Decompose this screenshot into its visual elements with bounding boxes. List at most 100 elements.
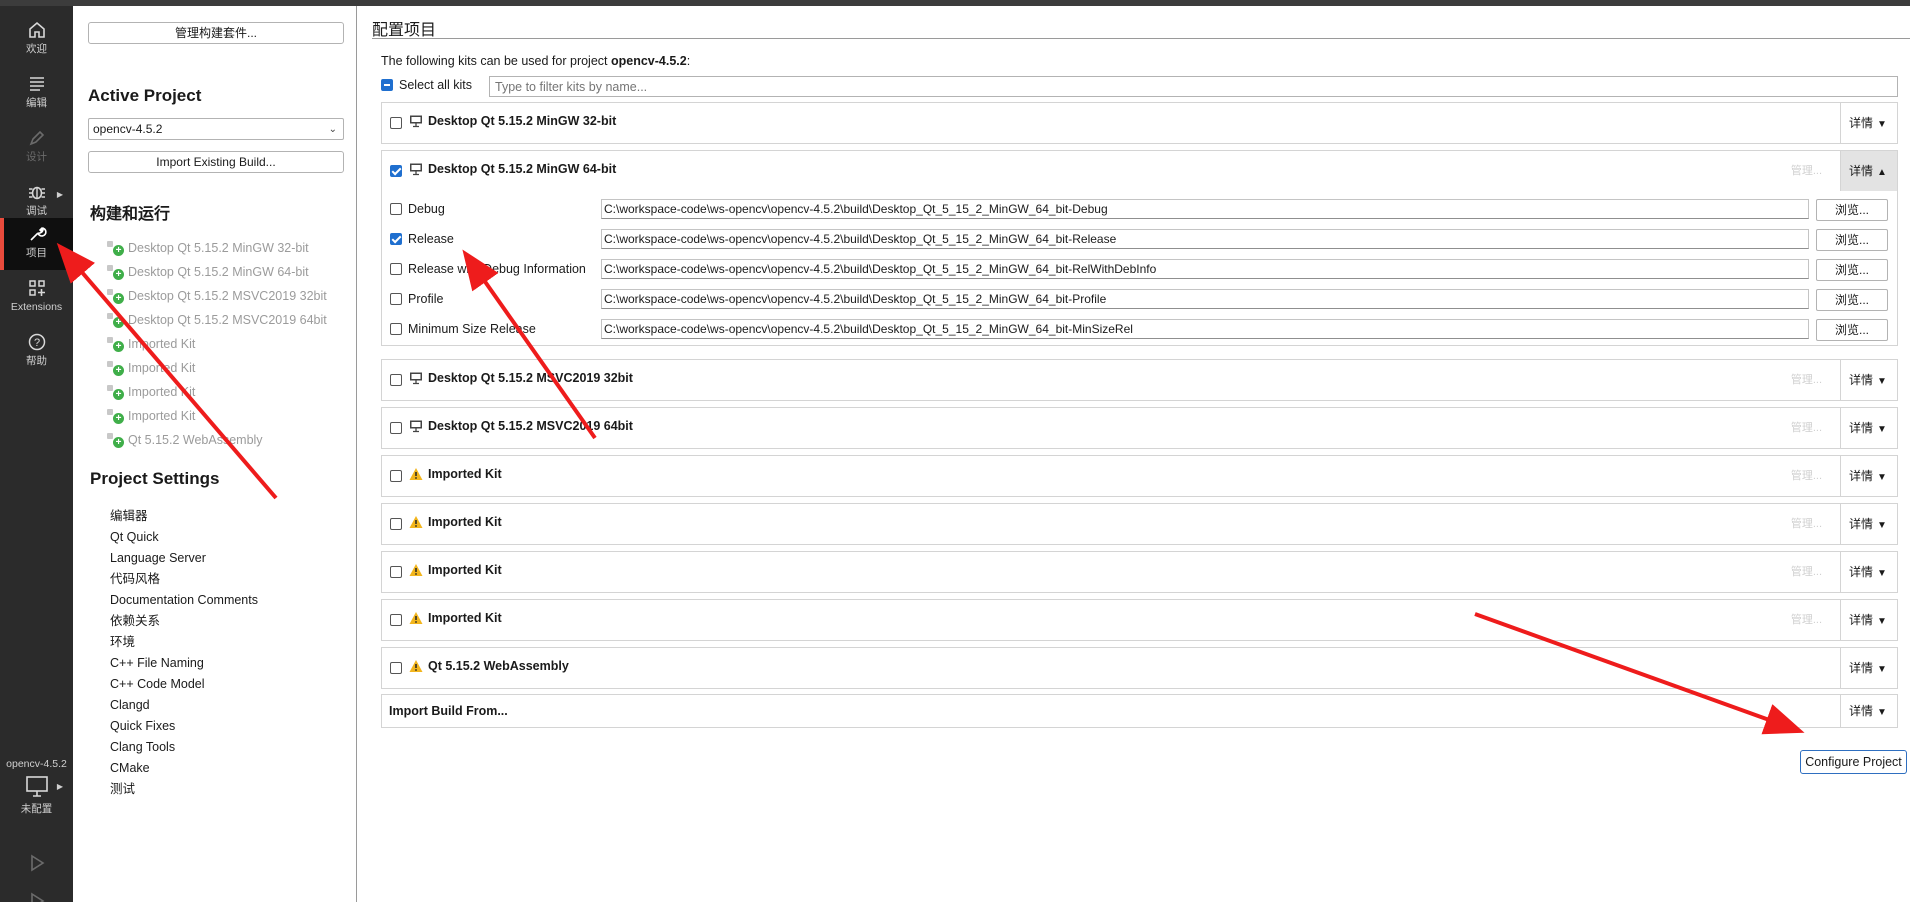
kit-manage-button[interactable]: 管理...: [1791, 515, 1822, 531]
chevron-down-icon: ⌄: [328, 124, 337, 135]
build-config-checkbox[interactable]: [390, 293, 402, 305]
projects-sidebar: 管理构建套件... Active Project opencv-4.5.2 ⌄ …: [73, 6, 357, 902]
import-build-label: Import Build From...: [389, 704, 508, 718]
setting-item[interactable]: 依赖关系: [110, 611, 160, 631]
debug-run-button[interactable]: [26, 890, 48, 902]
mode-welcome[interactable]: 欢迎: [0, 14, 73, 66]
build-config-checkbox[interactable]: [390, 233, 402, 245]
configure-project-button[interactable]: Configure Project: [1800, 750, 1907, 774]
mode-edit[interactable]: 编辑: [0, 68, 73, 120]
kit-manage-button[interactable]: 管理...: [1791, 419, 1822, 435]
monitor-icon: [409, 162, 423, 176]
select-all-checkbox[interactable]: [381, 79, 393, 91]
svg-text:?: ?: [33, 337, 39, 349]
kit-manage-button[interactable]: 管理...: [1791, 467, 1822, 483]
edit-lines-icon: [0, 68, 73, 96]
tree-kit-item[interactable]: + Imported Kit: [107, 382, 195, 402]
setting-item[interactable]: Quick Fixes: [110, 716, 175, 736]
kit-details-button[interactable]: 详情 ▼: [1840, 648, 1897, 688]
tree-kit-item[interactable]: + Desktop Qt 5.15.2 MinGW 32-bit: [107, 238, 309, 258]
kit-details-button[interactable]: 详情 ▼: [1840, 456, 1897, 496]
project-combo-value: opencv-4.5.2: [93, 122, 163, 136]
setting-item[interactable]: 代码风格: [110, 569, 160, 589]
build-config-checkbox[interactable]: [390, 203, 402, 215]
kit-filter-input[interactable]: [489, 76, 1898, 97]
tree-kit-item[interactable]: + Desktop Qt 5.15.2 MinGW 64-bit: [107, 262, 309, 282]
caret-down-icon: ▼: [1877, 707, 1887, 718]
setting-item[interactable]: Documentation Comments: [110, 590, 258, 610]
kit-manage-button[interactable]: 管理...: [1791, 611, 1822, 627]
build-config-label: Debug: [408, 202, 445, 216]
import-existing-build-button[interactable]: Import Existing Build...: [88, 151, 344, 173]
kit-checkbox[interactable]: [390, 117, 402, 129]
kit-row: Imported Kit 管理... 详情 ▼: [381, 599, 1898, 641]
warning-icon: [409, 515, 423, 529]
kit-checkbox[interactable]: [390, 470, 402, 482]
kit-checkbox[interactable]: [390, 518, 402, 530]
plus-icon: +: [113, 389, 124, 400]
kit-details-button[interactable]: 详情 ▲: [1840, 151, 1897, 191]
tree-kit-item[interactable]: + Imported Kit: [107, 406, 195, 426]
build-dir-field[interactable]: C:\workspace-code\ws-opencv\opencv-4.5.2…: [601, 289, 1809, 309]
caret-up-icon: ▲: [1877, 167, 1887, 178]
import-details-button[interactable]: 详情 ▼: [1840, 695, 1897, 727]
kit-name: Imported Kit: [428, 611, 502, 625]
setting-item[interactable]: Qt Quick: [110, 527, 159, 547]
setting-item[interactable]: 测试: [110, 779, 135, 799]
kit-manage-button[interactable]: 管理...: [1791, 162, 1822, 178]
kit-details-button[interactable]: 详情 ▼: [1840, 408, 1897, 448]
kit-checkbox[interactable]: [390, 374, 402, 386]
project-combo[interactable]: opencv-4.5.2 ⌄: [88, 118, 344, 140]
setting-item[interactable]: Language Server: [110, 548, 206, 568]
build-config-checkbox[interactable]: [390, 323, 402, 335]
kit-checkbox[interactable]: [390, 566, 402, 578]
kit-details-button[interactable]: 详情 ▼: [1840, 360, 1897, 400]
kit-details-button[interactable]: 详情 ▼: [1840, 504, 1897, 544]
tree-kit-item[interactable]: + Desktop Qt 5.15.2 MSVC2019 32bit: [107, 286, 327, 306]
kit-details-button[interactable]: 详情 ▼: [1840, 600, 1897, 640]
setting-item[interactable]: 编辑器: [110, 506, 148, 526]
setting-item[interactable]: CMake: [110, 758, 150, 778]
kit-details-button[interactable]: 详情 ▼: [1840, 103, 1897, 143]
kit-row: Imported Kit 管理... 详情 ▼: [381, 503, 1898, 545]
kit-checkbox[interactable]: [390, 614, 402, 626]
kit-checkbox[interactable]: [390, 165, 402, 177]
build-dir-field[interactable]: C:\workspace-code\ws-opencv\opencv-4.5.2…: [601, 259, 1809, 279]
mode-extensions[interactable]: Extensions: [0, 272, 73, 324]
project-settings-heading: Project Settings: [90, 469, 220, 488]
setting-item[interactable]: Clangd: [110, 695, 150, 715]
tree-kit-item[interactable]: + Qt 5.15.2 WebAssembly: [107, 430, 263, 450]
browse-button[interactable]: 浏览...: [1816, 259, 1888, 281]
mode-design[interactable]: 设计: [0, 122, 73, 174]
browse-button[interactable]: 浏览...: [1816, 229, 1888, 251]
tree-kit-item[interactable]: + Desktop Qt 5.15.2 MSVC2019 64bit: [107, 310, 327, 330]
caret-down-icon: ▼: [1877, 424, 1887, 435]
tree-kit-item[interactable]: + Imported Kit: [107, 334, 195, 354]
help-icon: ?: [0, 326, 73, 354]
mode-label: 编辑: [26, 97, 47, 109]
build-dir-field[interactable]: C:\workspace-code\ws-opencv\opencv-4.5.2…: [601, 319, 1809, 339]
setting-item[interactable]: 环境: [110, 632, 135, 652]
mode-help[interactable]: ? 帮助: [0, 326, 73, 378]
setting-item[interactable]: Clang Tools: [110, 737, 175, 757]
build-dir-field[interactable]: C:\workspace-code\ws-opencv\opencv-4.5.2…: [601, 199, 1809, 219]
kit-manage-button[interactable]: 管理...: [1791, 563, 1822, 579]
kit-name: Desktop Qt 5.15.2 MSVC2019 32bit: [428, 371, 633, 385]
setting-item[interactable]: C++ File Naming: [110, 653, 204, 673]
build-dir-field[interactable]: C:\workspace-code\ws-opencv\opencv-4.5.2…: [601, 229, 1809, 249]
build-config-checkbox[interactable]: [390, 263, 402, 275]
tree-kit-item[interactable]: + Imported Kit: [107, 358, 195, 378]
kit-selector[interactable]: opencv-4.5.2 ▶ 未配置: [0, 756, 73, 816]
kit-checkbox[interactable]: [390, 422, 402, 434]
kit-details-button[interactable]: 详情 ▼: [1840, 552, 1897, 592]
setting-item[interactable]: C++ Code Model: [110, 674, 205, 694]
kit-manage-button[interactable]: 管理...: [1791, 371, 1822, 387]
kit-name: Desktop Qt 5.15.2 MinGW 32-bit: [428, 114, 617, 128]
manage-kits-button[interactable]: 管理构建套件...: [88, 22, 344, 44]
browse-button[interactable]: 浏览...: [1816, 319, 1888, 341]
kit-checkbox[interactable]: [390, 662, 402, 674]
run-button[interactable]: [26, 852, 48, 874]
browse-button[interactable]: 浏览...: [1816, 289, 1888, 311]
browse-button[interactable]: 浏览...: [1816, 199, 1888, 221]
mode-projects[interactable]: 项目: [0, 218, 73, 270]
